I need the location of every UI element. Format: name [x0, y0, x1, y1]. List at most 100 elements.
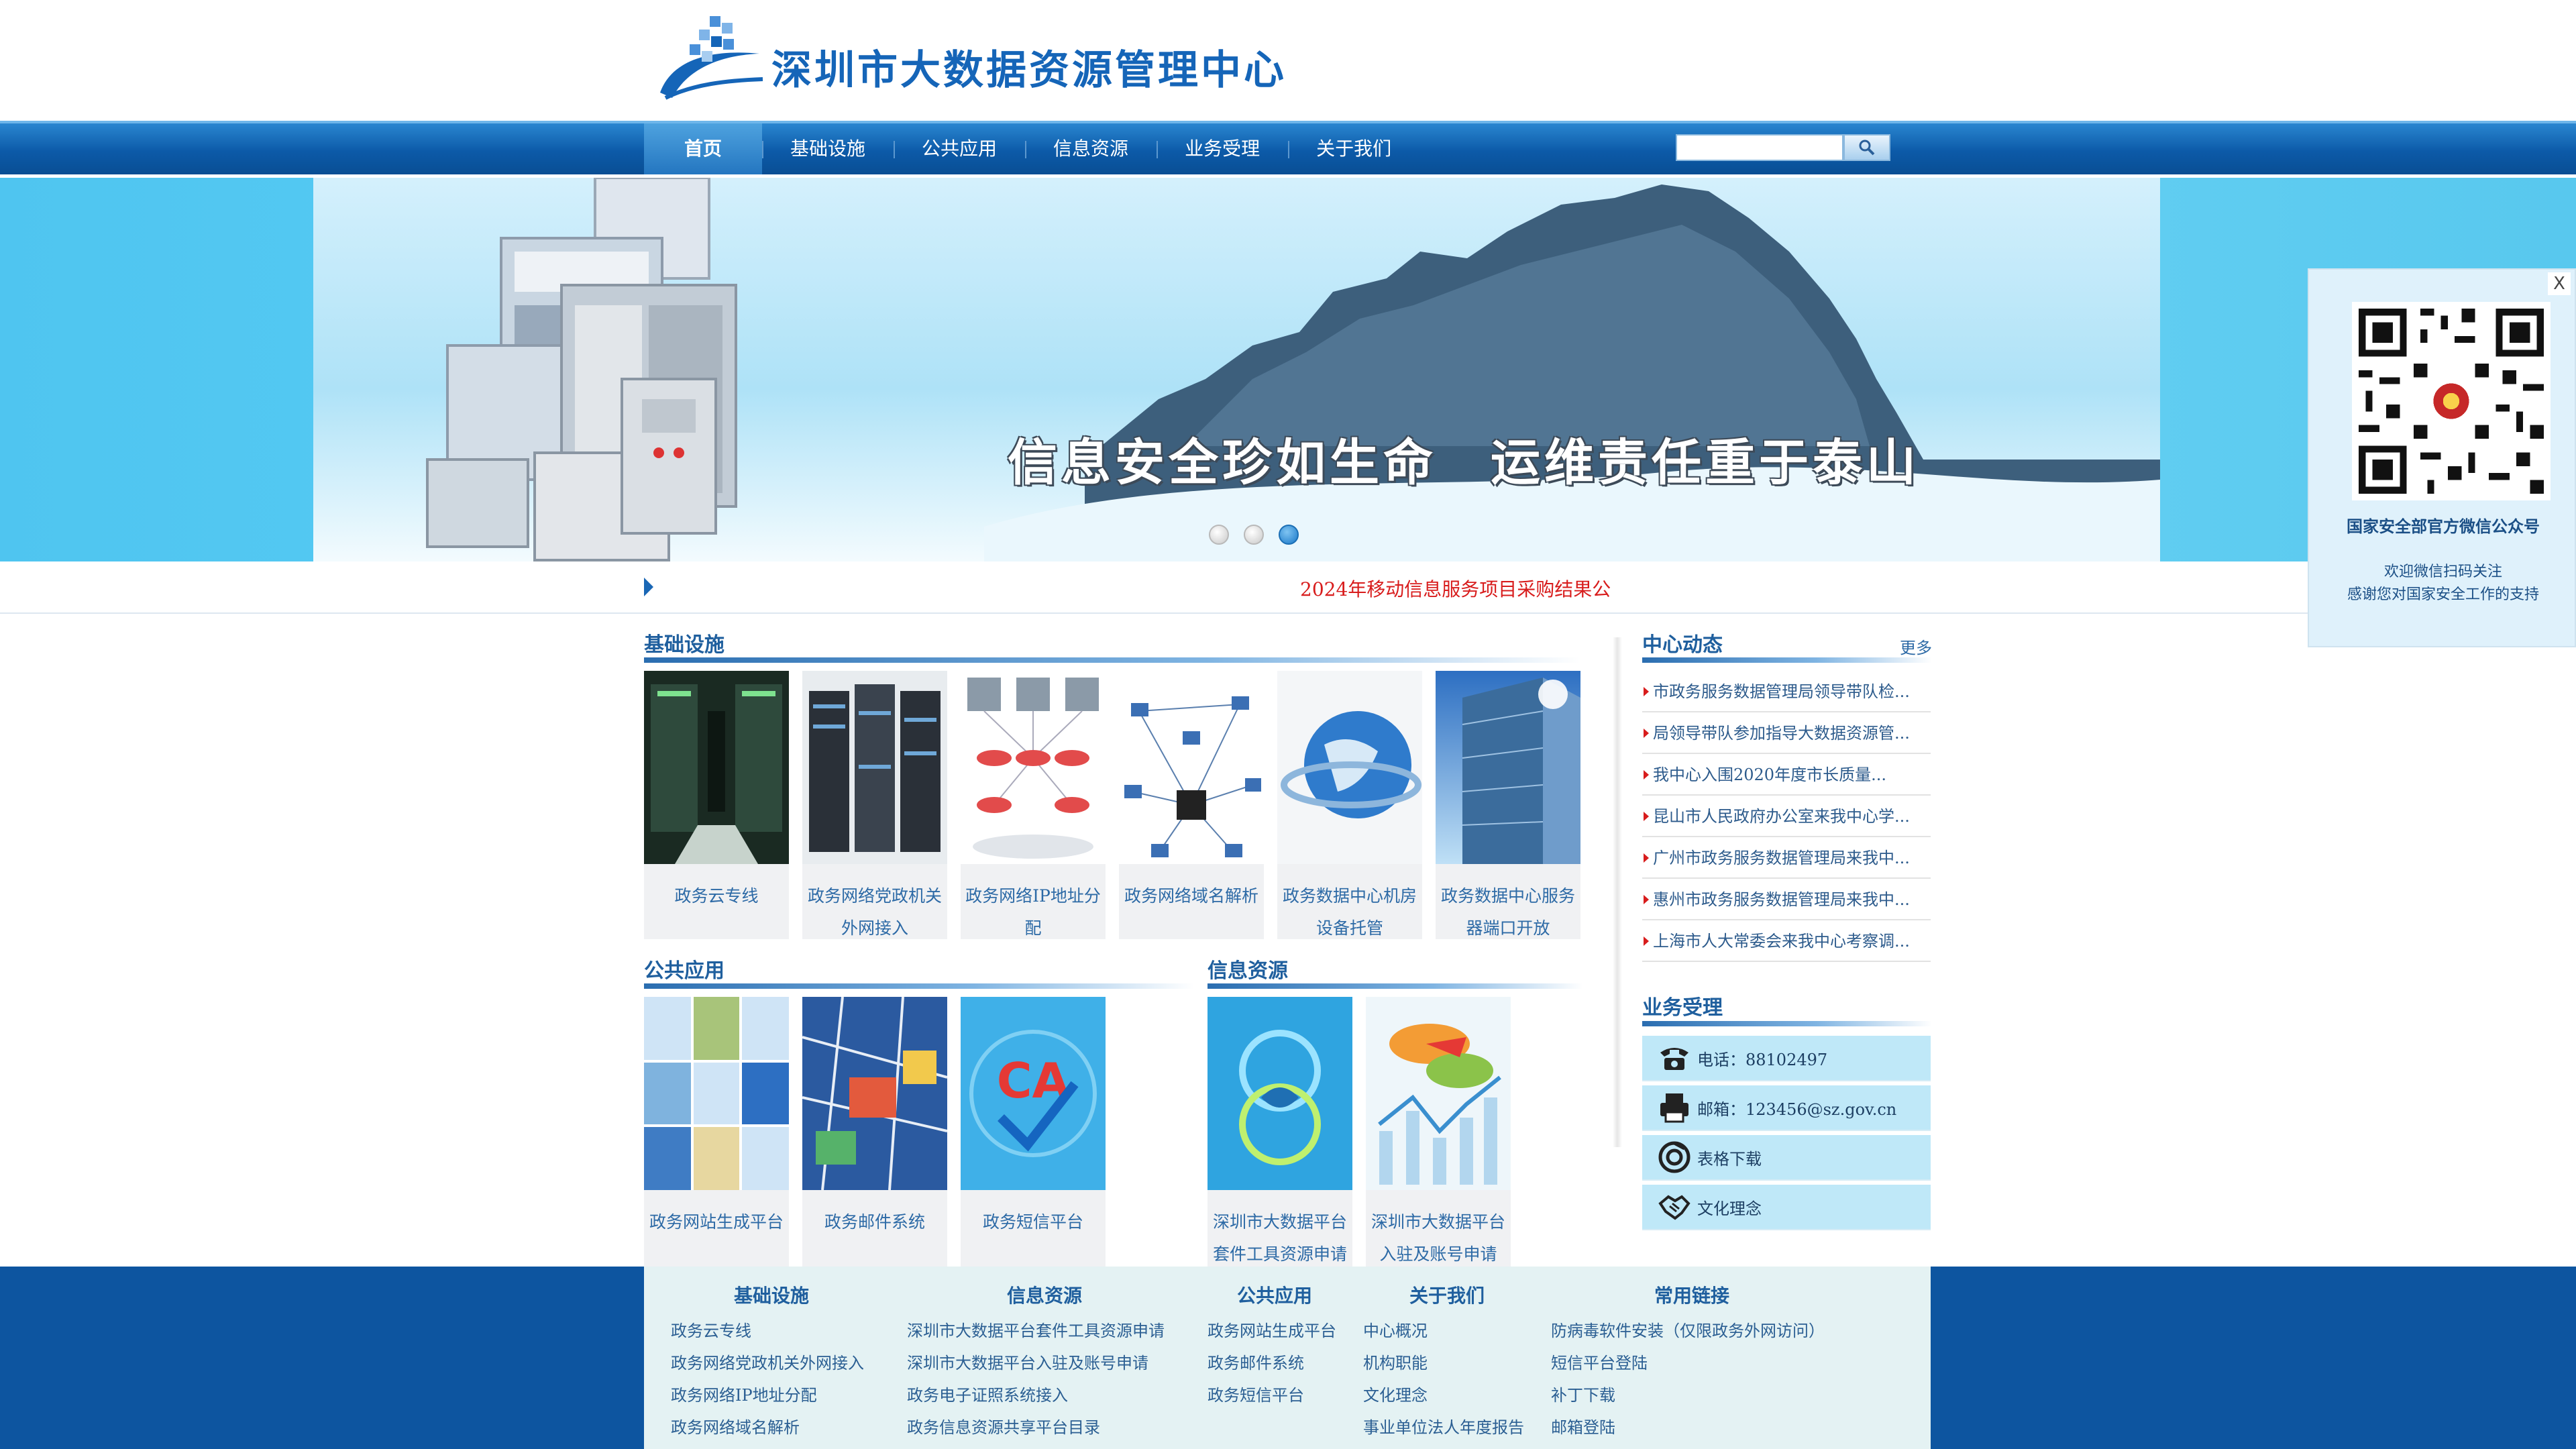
news-item[interactable]: 广州市政务服务数据管理局来我中...	[1642, 837, 1931, 879]
footer-link[interactable]: 事业单位法人年度报告	[1363, 1411, 1531, 1444]
banner-dot-1[interactable]	[1209, 525, 1229, 545]
business-forms[interactable]: 表格下载	[1642, 1135, 1931, 1181]
footer-link[interactable]: 防病毒软件安装（仅限政务外网访问）	[1551, 1315, 1833, 1347]
footer-link[interactable]: 政务电子证照系统接入	[907, 1379, 1182, 1411]
section-underline	[1642, 1021, 1932, 1026]
footer-col-title: 信息资源	[1006, 1285, 1082, 1307]
footer-link[interactable]: 邮箱登陆	[1551, 1411, 1833, 1444]
tile-caption: 政务数据中心服务器端口开放	[1440, 886, 1575, 938]
section-underline	[1208, 983, 1583, 989]
nav-info-resources[interactable]: 信息资源	[1025, 123, 1157, 174]
footer-link[interactable]: 政务网络党政机关外网接入	[671, 1347, 872, 1379]
business-culture[interactable]: 文化理念	[1642, 1185, 1931, 1230]
footer-col-info-resources: 信息资源 深圳市大数据平台套件工具资源申请 深圳市大数据平台入驻及账号申请 政务…	[907, 1281, 1182, 1444]
news-more-link[interactable]: 更多	[1900, 635, 1932, 658]
tile-caption: 政务网络IP地址分配	[965, 886, 1101, 938]
news-item[interactable]: 上海市人大常委会来我中心考察调...	[1642, 920, 1931, 962]
news-item[interactable]: 局领导带队参加指导大数据资源管...	[1642, 712, 1931, 754]
tile-bigdata-tool-resources[interactable]: 深圳市大数据平台套件工具资源申请	[1208, 997, 1352, 1267]
news-item[interactable]: 惠州市政务服务数据管理局来我中...	[1642, 879, 1931, 920]
business-phone[interactable]: 电话：88102497	[1642, 1036, 1931, 1081]
section-title-info-resources[interactable]: 信息资源	[1208, 954, 1288, 983]
nav-business[interactable]: 业务受理	[1157, 123, 1288, 174]
tile-cloud-line[interactable]: 政务云专线	[644, 671, 789, 939]
tile-caption: 政务网络党政机关外网接入	[807, 886, 942, 938]
tile-image	[644, 997, 789, 1190]
tile-image	[1366, 997, 1511, 1190]
nav-public-apps[interactable]: 公共应用	[894, 123, 1025, 174]
tile-image	[1119, 671, 1264, 864]
footer-link[interactable]: 政务邮件系统	[1208, 1347, 1342, 1379]
footer-link[interactable]: 机构职能	[1363, 1347, 1531, 1379]
tile-mail-system[interactable]: 政务邮件系统	[802, 996, 948, 1267]
tile-caption: 政务云专线	[674, 886, 759, 906]
section-underline	[1642, 657, 1932, 663]
news-item[interactable]: 我中心入围2020年度市长质量...	[1642, 754, 1931, 796]
main-nav: 首页 基础设施 公共应用 信息资源 业务受理 关于我们	[644, 123, 1419, 174]
footer-link[interactable]: 政务网络域名解析	[671, 1411, 872, 1444]
footer-link[interactable]: 政务网站生成平台	[1208, 1315, 1342, 1347]
tile-colocation[interactable]: 政务数据中心机房设备托管	[1277, 671, 1422, 939]
banner-image: 信息安全珍如生命 运维责任重于泰山	[313, 178, 2160, 561]
nav-about[interactable]: 关于我们	[1288, 123, 1419, 174]
footer-col-title: 常用链接	[1654, 1285, 1729, 1307]
section-title-infrastructure[interactable]: 基础设施	[644, 628, 724, 657]
section-title-public-apps[interactable]: 公共应用	[644, 954, 724, 983]
tile-bigdata-account[interactable]: 深圳市大数据平台入驻及账号申请	[1366, 997, 1511, 1267]
footer-col-title: 公共应用	[1236, 1285, 1312, 1307]
tile-caption: 政务网站生成平台	[649, 1212, 784, 1232]
footer-link[interactable]: 补丁下载	[1551, 1379, 1833, 1411]
search-box	[1676, 134, 1890, 161]
nav-home[interactable]: 首页	[644, 123, 763, 174]
tile-extranet-access[interactable]: 政务网络党政机关外网接入	[802, 671, 947, 939]
main-nav-bar: 首页 基础设施 公共应用 信息资源 业务受理 关于我们	[0, 121, 2576, 174]
banner-pager	[1209, 525, 1299, 545]
qr-title: 国家安全部官方微信公众号	[2347, 517, 2540, 536]
tile-sms-platform[interactable]: CA 政务短信平台	[961, 997, 1106, 1267]
ticker-link[interactable]: 2024年移动信息服务项目采购结果公	[1300, 575, 1611, 602]
tile-image: CA	[961, 997, 1106, 1190]
business-email[interactable]: 邮箱：123456@sz.gov.cn	[1642, 1085, 1931, 1131]
business-title[interactable]: 业务受理	[1642, 991, 1723, 1020]
footer-link[interactable]: 政务网络IP地址分配	[671, 1379, 872, 1411]
footer-link[interactable]: 政务短信平台	[1208, 1379, 1342, 1411]
footer-link[interactable]: 文化理念	[1363, 1379, 1531, 1411]
footer-link[interactable]: 政务信息资源共享平台目录	[907, 1411, 1182, 1444]
footer: 基础设施 政务云专线 政务网络党政机关外网接入 政务网络IP地址分配 政务网络域…	[0, 1267, 2576, 1449]
qr-subtitle-1: 欢迎微信扫码关注	[2383, 564, 2502, 580]
ticker-arrow-icon	[644, 578, 653, 596]
qr-code-icon	[2352, 302, 2551, 500]
business-phone-label: 电话：88102497	[1697, 1050, 1828, 1069]
business-list: 电话：88102497 邮箱：123456@sz.gov.cn 表格下载 文化理…	[1642, 1036, 1931, 1234]
banner-dot-3[interactable]	[1279, 525, 1299, 545]
footer-link[interactable]: 深圳市大数据平台套件工具资源申请	[907, 1315, 1182, 1347]
footer-col-public-apps: 公共应用 政务网站生成平台 政务邮件系统 政务短信平台	[1208, 1281, 1342, 1411]
download-icon	[1656, 1138, 1693, 1176]
tile-server-ports[interactable]: 政务数据中心服务器端口开放	[1436, 671, 1580, 939]
banner-dot-2[interactable]	[1244, 525, 1264, 545]
hero-banner[interactable]: 信息安全珍如生命 运维责任重于泰山	[0, 178, 2576, 561]
footer-link[interactable]: 中心概况	[1363, 1315, 1531, 1347]
column-divider	[1613, 637, 1622, 1147]
news-title[interactable]: 中心动态	[1642, 628, 1723, 657]
footer-link[interactable]: 政务云专线	[671, 1315, 872, 1347]
footer-link[interactable]: 深圳市大数据平台入驻及账号申请	[907, 1347, 1182, 1379]
news-item[interactable]: 昆山市人民政府办公室来我中心学...	[1642, 796, 1931, 837]
search-input[interactable]	[1676, 134, 1843, 161]
logo-mark-icon	[660, 16, 763, 100]
qr-close-button[interactable]: X	[2548, 272, 2571, 295]
tile-caption: 政务邮件系统	[824, 1212, 925, 1232]
business-email-label: 邮箱：123456@sz.gov.cn	[1697, 1099, 1897, 1119]
news-item[interactable]: 市政务服务数据管理局领导带队检...	[1642, 671, 1931, 712]
site-logo[interactable]: 深圳市大数据资源管理中心	[652, 12, 1284, 113]
footer-link[interactable]: 短信平台登陆	[1551, 1347, 1833, 1379]
search-button[interactable]	[1843, 134, 1890, 161]
section-underline	[644, 983, 1194, 989]
tile-dns-resolution[interactable]: 政务网络域名解析	[1119, 671, 1264, 939]
footer-col-title: 关于我们	[1409, 1285, 1485, 1307]
news-list: 市政务服务数据管理局领导带队检... 局领导带队参加指导大数据资源管... 我中…	[1642, 671, 1931, 962]
tile-website-platform[interactable]: 政务网站生成平台	[644, 997, 789, 1267]
nav-infrastructure[interactable]: 基础设施	[762, 123, 894, 174]
footer-links: 基础设施 政务云专线 政务网络党政机关外网接入 政务网络IP地址分配 政务网络域…	[644, 1267, 1931, 1449]
tile-ip-allocation[interactable]: 政务网络IP地址分配	[961, 671, 1106, 939]
